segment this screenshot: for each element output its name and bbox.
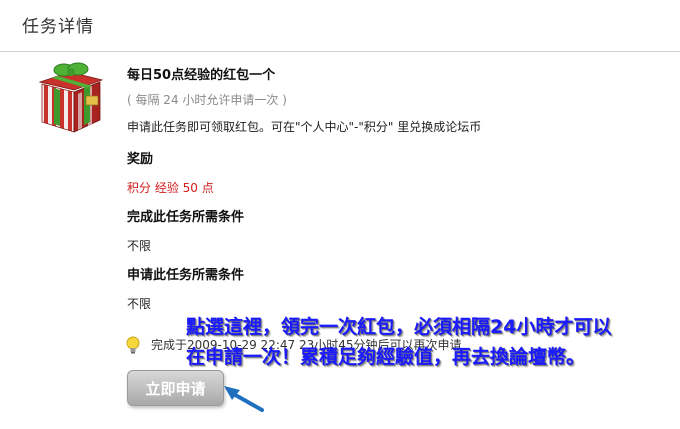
gift-box-icon bbox=[38, 62, 104, 133]
reward-value: 积分 经验 50 点 bbox=[127, 181, 214, 195]
complete-condition-value: 不限 bbox=[127, 239, 152, 253]
lightbulb-icon bbox=[126, 336, 140, 354]
apply-condition-value: 不限 bbox=[127, 297, 152, 311]
apply-now-button[interactable]: 立即申请 bbox=[127, 370, 224, 406]
task-interval: ( 每隔 24 小时允许申请一次 ) bbox=[127, 93, 287, 107]
complete-condition-title: 完成此任务所需条件 bbox=[127, 210, 245, 225]
annotation-note: 點選這裡，領完一次紅包，必須相隔24小時才可以 在申請一次！累積足夠經驗值，再去… bbox=[186, 312, 666, 372]
apply-condition-title: 申请此任务所需条件 bbox=[127, 268, 245, 283]
annotation-line-1: 點選這裡，領完一次紅包，必須相隔24小時才可以 bbox=[186, 316, 612, 338]
task-name: 每日50点经验的红包一个 bbox=[127, 68, 276, 83]
pointer-arrow-icon bbox=[224, 386, 264, 412]
page-title: 任务详情 bbox=[22, 17, 94, 37]
annotation-line-2: 在申請一次！累積足夠經驗值，再去換論壇幣。 bbox=[186, 346, 586, 368]
reward-title: 奖励 bbox=[127, 152, 154, 167]
page-header: 任务详情 bbox=[0, 0, 680, 52]
task-description: 申请此任务即可领取红包。可在"个人中心"-"积分" 里兑换成论坛币 bbox=[127, 120, 482, 134]
